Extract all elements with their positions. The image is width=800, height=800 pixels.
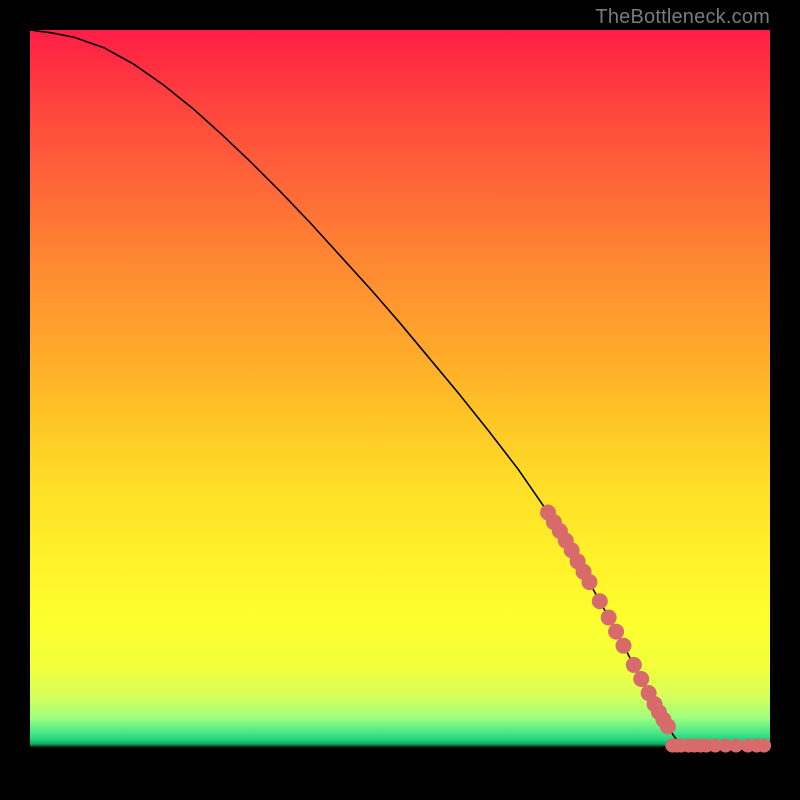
marker-point (634, 671, 649, 686)
watermark-text: TheBottleneck.com (595, 6, 770, 29)
curve-svg (30, 30, 770, 770)
marker-point (582, 575, 597, 590)
marker-point (616, 638, 631, 653)
chart-frame: TheBottleneck.com (0, 0, 800, 800)
marker-point (729, 739, 742, 752)
marker-point (758, 739, 771, 752)
marker-point (609, 624, 624, 639)
plot-area (30, 30, 770, 770)
marker-point (660, 719, 675, 734)
main-curve (30, 30, 770, 746)
marker-point (626, 657, 641, 672)
markers-on-curve (541, 505, 676, 734)
marker-point (601, 610, 616, 625)
markers-flat-tail (666, 739, 771, 752)
marker-point (592, 594, 607, 609)
